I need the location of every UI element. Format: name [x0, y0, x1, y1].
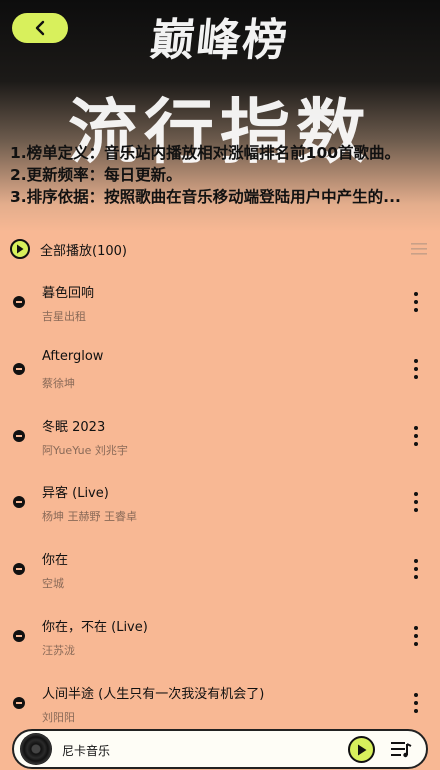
- minus-circle-icon: [13, 629, 25, 642]
- song-artist: 汪苏泷: [42, 643, 75, 657]
- minus-circle-icon: [13, 296, 25, 308]
- brand-logo: 巅峰榜: [147, 15, 292, 66]
- chart-header: 巅峰榜 流行指数 1.榜单定义：音乐站内播放相对涨幅排名前100首歌曲。 2.更…: [0, 0, 440, 232]
- more-vertical-icon[interactable]: [412, 692, 420, 713]
- play-all-icon[interactable]: [10, 239, 30, 259]
- song-title: 冬眠 2023: [42, 419, 106, 435]
- play-icon: [357, 744, 366, 755]
- song-list: 暮色回响 吉星出租 Afterglow 蔡徐坤 冬眠 2023 阿YueYue …: [0, 274, 440, 742]
- play-all-label[interactable]: 全部播放(100): [40, 240, 127, 259]
- more-vertical-icon[interactable]: [412, 625, 420, 646]
- description-line: 1.榜单定义：音乐站内播放相对涨幅排名前100首歌曲。: [10, 144, 401, 162]
- song-row[interactable]: 异客 (Live) 杨坤 王赫野 王睿卓: [0, 474, 440, 541]
- description-line[interactable]: 3.排序依据：按照歌曲在音乐移动端登陆用户中产生的...: [10, 186, 430, 208]
- song-title: 你在，不在 (Live): [42, 619, 148, 635]
- more-vertical-icon[interactable]: [412, 492, 420, 513]
- play-all-bar: 全部播放(100): [10, 236, 430, 262]
- song-artist: 刘阳阳: [42, 710, 75, 724]
- more-vertical-icon[interactable]: [412, 292, 420, 312]
- more-vertical-icon[interactable]: [412, 358, 420, 379]
- more-vertical-icon[interactable]: [412, 559, 420, 580]
- song-title: Afterglow: [42, 348, 104, 364]
- play-icon: [17, 244, 24, 254]
- song-artist: 蔡徐坤: [42, 376, 75, 390]
- play-button[interactable]: [348, 736, 375, 763]
- song-row[interactable]: Afterglow 蔡徐坤: [0, 341, 440, 408]
- song-row[interactable]: 暮色回响 吉星出租: [0, 274, 440, 341]
- minus-circle-icon: [13, 429, 25, 442]
- minus-circle-icon: [13, 362, 25, 375]
- song-artist: 阿YueYue 刘兆宇: [42, 443, 128, 457]
- song-artist: 杨坤 王赫野 王睿卓: [42, 510, 137, 524]
- list-settings-icon[interactable]: [410, 242, 428, 256]
- minus-circle-icon: [13, 563, 25, 576]
- vinyl-disc-icon: [20, 733, 52, 765]
- playlist-icon[interactable]: [390, 740, 412, 758]
- minus-circle-icon: [13, 496, 25, 509]
- song-row[interactable]: 你在 空城: [0, 541, 440, 608]
- song-title: 异客 (Live): [42, 486, 109, 502]
- song-artist: 空城: [42, 577, 64, 591]
- song-title: 暮色回响: [42, 286, 95, 301]
- mini-player[interactable]: 尼卡音乐: [12, 729, 428, 769]
- chart-description: 1.榜单定义：音乐站内播放相对涨幅排名前100首歌曲。 2.更新频率：每日更新。…: [10, 142, 430, 208]
- song-artist: 吉星出租: [42, 310, 86, 323]
- song-title: 人间半途 (人生只有一次我没有机会了): [42, 686, 265, 702]
- song-title: 你在: [42, 553, 69, 569]
- minus-circle-icon: [13, 696, 25, 709]
- song-row[interactable]: 冬眠 2023 阿YueYue 刘兆宇: [0, 408, 440, 475]
- description-line: 2.更新频率：每日更新。: [10, 166, 182, 184]
- song-row[interactable]: 你在，不在 (Live) 汪苏泷: [0, 608, 440, 675]
- more-vertical-icon[interactable]: [412, 425, 420, 446]
- player-title: 尼卡音乐: [62, 744, 111, 758]
